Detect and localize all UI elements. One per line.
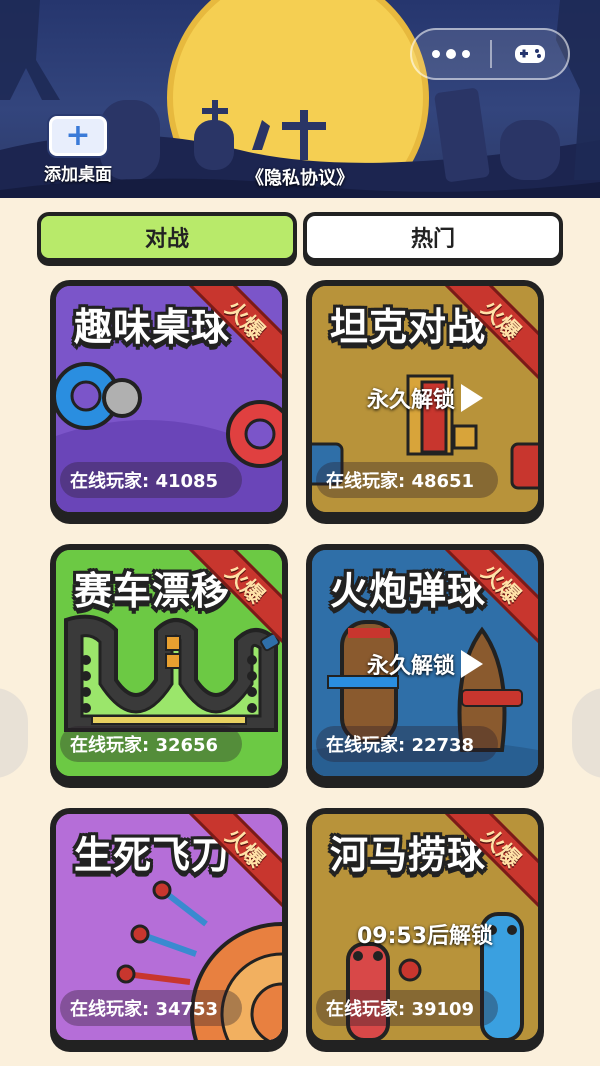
play-icon [461, 384, 483, 412]
privacy-policy-link[interactable]: 《隐私协议》 [0, 164, 600, 190]
tab-hot[interactable]: 热门 [303, 212, 563, 262]
unlock-prompt[interactable]: 永久解锁 [312, 382, 538, 414]
online-players-count: 在线玩家: 32656 [60, 726, 242, 762]
online-players-count: 在线玩家: 48651 [316, 462, 498, 498]
game-card-tank[interactable]: 坦克对战 火爆 永久解锁 在线玩家: 48651 [306, 280, 544, 518]
game-card-racing[interactable]: 赛车漂移 火爆 在线玩家: 32656 [50, 544, 288, 782]
online-players-count: 在线玩家: 39109 [316, 990, 498, 1026]
tab-battle[interactable]: 对战 [37, 212, 297, 262]
game-card-knife[interactable]: 生死飞刀 火爆 在线玩家: 34753 [50, 808, 288, 1046]
scroll-right-handle[interactable] [572, 688, 600, 778]
unlock-label: 永久解锁 [366, 388, 455, 413]
game-card-cannon[interactable]: 火炮弹球 火爆 永久解锁 在线玩家: 22738 [306, 544, 544, 782]
play-icon [461, 650, 483, 678]
online-players-count: 在线玩家: 41085 [60, 462, 242, 498]
gamepad-icon[interactable] [492, 30, 568, 78]
unlock-prompt[interactable]: 永久解锁 [312, 648, 538, 680]
game-card-billiards[interactable]: 趣味桌球 火爆 在线玩家: 41085 [50, 280, 288, 518]
unlock-label: 永久解锁 [366, 654, 455, 679]
online-players-count: 在线玩家: 22738 [316, 726, 498, 762]
plus-icon: + [49, 116, 107, 156]
more-dots-icon[interactable] [412, 30, 490, 78]
scroll-left-handle[interactable] [0, 688, 28, 778]
online-players-count: 在线玩家: 34753 [60, 990, 242, 1026]
mini-program-capsule [410, 28, 570, 80]
timed-unlock-label: 09:53后解锁 [356, 924, 494, 949]
game-card-hippo[interactable]: 河马捞球 火爆 09:53后解锁 在线玩家: 39109 [306, 808, 544, 1046]
header-banner: + 添加桌面 《隐私协议》 [0, 0, 600, 198]
